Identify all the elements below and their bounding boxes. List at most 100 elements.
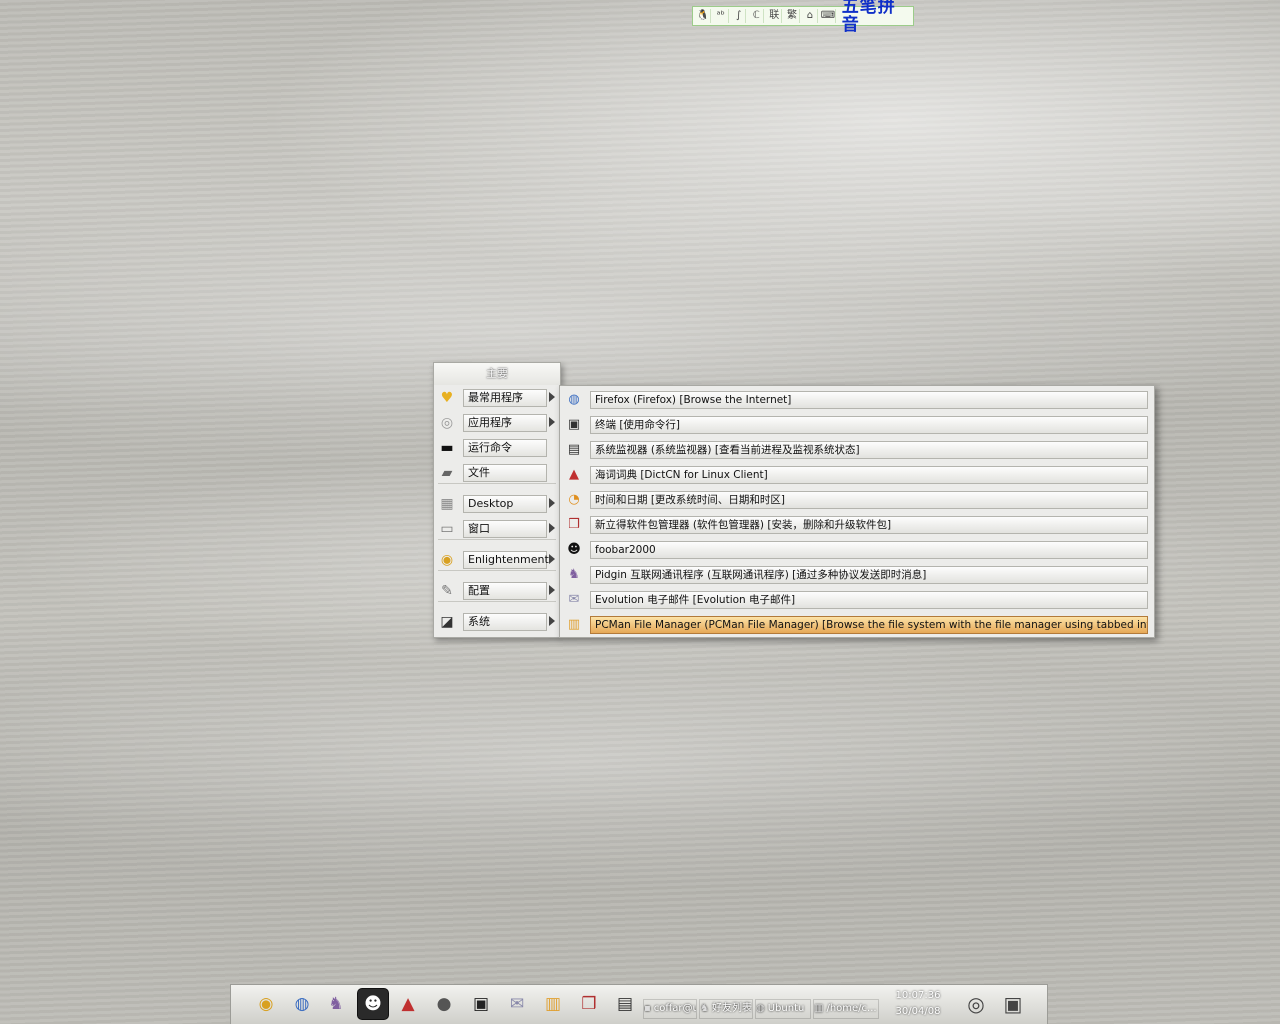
clock[interactable]: 10:07:36 30/04/08 [893, 988, 943, 1020]
main-menu-item-6[interactable]: ◉ Enlightenment [434, 549, 560, 571]
clock-date: 30/04/08 [895, 1006, 941, 1017]
taskbar-task-button[interactable]: ♞ 好友列表 [699, 999, 753, 1019]
task-label: 好友列表 [711, 1003, 752, 1014]
task-label: /home/c... [826, 1003, 877, 1014]
folder-icon: ▰ [441, 465, 453, 481]
submenu-item-8[interactable]: ✉ Evolution 电子邮件 [Evolution 电子邮件] [560, 587, 1154, 612]
main-menu-item-3[interactable]: ▰ 文件 [434, 462, 560, 484]
menu-separator [438, 601, 556, 602]
main-menu-item-8[interactable]: ◪ 系统 [434, 611, 560, 633]
system-monitor-icon: ▤ [567, 442, 581, 457]
menu-separator [438, 483, 556, 484]
main-menu-item-7[interactable]: ✎ 配置 [434, 580, 560, 602]
terminal-icon: ▣ [567, 417, 581, 432]
desktop-grid-icon: ▦ [440, 496, 454, 512]
pen-icon[interactable]: ∫ [732, 9, 747, 23]
task-app-icon: ◍ [756, 1003, 765, 1014]
main-menu-item-0[interactable]: ♥ 最常用程序 [434, 387, 560, 409]
keyboard-icon[interactable]: ⌨ [821, 9, 836, 23]
main-menu-item-label: 系统 [463, 613, 547, 631]
terminal-launcher-icon[interactable]: ▣ [466, 989, 496, 1019]
submenu-item-label: 时间和日期 [更改系统时间、日期和时区] [590, 491, 1148, 509]
pidgin-bird-icon: ♞ [568, 567, 580, 582]
menu-separator [438, 570, 556, 571]
speaker-tray-icon[interactable]: ◎ [960, 988, 992, 1020]
tux-icon[interactable]: 🐧 [696, 9, 711, 23]
submenu-item-label: Firefox (Firefox) [Browse the Internet] [590, 391, 1148, 409]
mail-launcher-icon[interactable]: ✉ [502, 989, 532, 1019]
clock-time: 10:07:36 [895, 990, 941, 1001]
submenu-item-2[interactable]: ▤ 系统监视器 (系统监视器) [查看当前进程及监视系统状态] [560, 437, 1154, 462]
submenu-item-6[interactable]: ☻ foobar2000 [560, 537, 1154, 562]
submenu-arrow-icon [549, 523, 555, 533]
main-menu-title: 主要 [434, 363, 560, 385]
speaker-launcher-icon[interactable]: ● [429, 989, 459, 1019]
submenu-item-5[interactable]: ❒ 新立得软件包管理器 (软件包管理器) [安装，删除和升级软件包] [560, 512, 1154, 537]
firefox-launcher-icon[interactable]: ◍ [287, 989, 317, 1019]
clock-icon: ◔ [568, 492, 580, 507]
submenu-item-label: foobar2000 [590, 541, 1148, 559]
submenu-item-3[interactable]: ▲ 海词词典 [DictCN for Linux Client] [560, 462, 1154, 487]
enlightenment-launcher-icon[interactable]: ◉ [251, 989, 281, 1019]
lock-icon[interactable]: ⌂ [803, 9, 818, 23]
main-menu-item-2[interactable]: ▬ 运行命令 [434, 437, 560, 459]
camera-tray-icon[interactable]: ▣ [997, 988, 1029, 1020]
main-menu-item-label: 窗口 [463, 520, 547, 538]
terminal-icon: ▬ [440, 440, 454, 456]
package-manager-launcher-icon[interactable]: ❒ [574, 989, 604, 1019]
submenu-arrow-icon [549, 417, 555, 427]
main-menu-item-label: Desktop [463, 495, 547, 513]
dictionary-book-icon: ▲ [569, 467, 579, 482]
main-menu-item-label: 应用程序 [463, 414, 547, 432]
task-app-icon: ▥ [814, 1003, 824, 1014]
wrench-icon: ✎ [441, 583, 453, 599]
main-menu-item-4[interactable]: ▦ Desktop [434, 493, 560, 515]
favorites-submenu: ◍ Firefox (Firefox) [Browse the Internet]… [559, 385, 1155, 638]
globe-icon: ◍ [568, 392, 580, 407]
submenu-item-label: 终端 [使用命令行] [590, 416, 1148, 434]
submenu-arrow-icon [549, 616, 555, 626]
main-menu-item-5[interactable]: ▭ 窗口 [434, 518, 560, 540]
foobar-launcher-icon[interactable]: ☻ [358, 989, 388, 1019]
task-app-icon: ♞ [700, 1003, 709, 1014]
submenu-item-label: 海词词典 [DictCN for Linux Client] [590, 466, 1148, 484]
heart-icon: ♥ [440, 390, 454, 406]
main-menu: 主要 ♥ 最常用程序 ◎ 应用程序 ▬ 运行命令 ▰ 文件 ▦ Desktop ▭ 窗口 ◉ Enligh… [433, 362, 561, 638]
ime-4-icon[interactable]: 联 [767, 9, 783, 23]
submenu-item-label: Pidgin 互联网通讯程序 (互联网通讯程序) [通过多种协议发送即时消息] [590, 566, 1148, 584]
punctuation-icon[interactable]: ᵃᵇ [714, 9, 729, 23]
main-menu-item-label: 运行命令 [463, 439, 547, 457]
input-method-name[interactable]: 五笔拼音 [842, 0, 913, 34]
taskbar-task-button[interactable]: ◍ Ubuntu [755, 999, 811, 1019]
main-menu-item-label: 最常用程序 [463, 389, 547, 407]
submenu-item-9[interactable]: ▥ PCMan File Manager (PCMan File Manager)… [560, 612, 1154, 637]
window-icon: ▭ [440, 521, 454, 537]
main-menu-item-1[interactable]: ◎ 应用程序 [434, 412, 560, 434]
task-label: Ubuntu [767, 1003, 805, 1014]
main-menu-item-label: 文件 [463, 464, 547, 482]
task-label: coffar@u [653, 1003, 697, 1014]
submenu-item-1[interactable]: ▣ 终端 [使用命令行] [560, 412, 1154, 437]
file-cabinet-icon: ▥ [567, 617, 581, 632]
dictionary-launcher-icon[interactable]: ▲ [393, 989, 423, 1019]
pidgin-launcher-icon[interactable]: ♞ [321, 989, 351, 1019]
cd-icon: ◎ [440, 415, 454, 431]
taskbar-task-button[interactable]: ▪ coffar@u [643, 999, 697, 1019]
submenu-item-0[interactable]: ◍ Firefox (Firefox) [Browse the Internet] [560, 387, 1154, 412]
fullwidth-icon[interactable]: ℂ [749, 9, 765, 23]
submenu-item-label: 新立得软件包管理器 (软件包管理器) [安装，删除和升级软件包] [590, 516, 1148, 534]
enlightenment-icon: ◉ [440, 552, 454, 568]
submenu-item-label: 系统监视器 (系统监视器) [查看当前进程及监视系统状态] [590, 441, 1148, 459]
menu-separator [438, 539, 556, 540]
main-menu-item-label: Enlightenment [463, 551, 549, 569]
submenu-item-7[interactable]: ♞ Pidgin 互联网通讯程序 (互联网通讯程序) [通过多种协议发送即时消息] [560, 562, 1154, 587]
ime-status-bar[interactable]: 🐧 ᵃᵇ ∫ ℂ 联繁 ⌂ ⌨ 五笔拼音 [692, 0, 914, 34]
main-menu-item-label: 配置 [463, 582, 547, 600]
package-box-icon: ❒ [568, 517, 580, 532]
taskbar-task-button[interactable]: ▥/home/c... [813, 999, 879, 1019]
file-manager-launcher-icon[interactable]: ▥ [538, 989, 568, 1019]
system-monitor-launcher-icon[interactable]: ▤ [610, 989, 640, 1019]
task-app-icon: ▪ [644, 1003, 651, 1014]
ime-5-icon[interactable]: 繁 [785, 9, 800, 23]
submenu-item-4[interactable]: ◔ 时间和日期 [更改系统时间、日期和时区] [560, 487, 1154, 512]
